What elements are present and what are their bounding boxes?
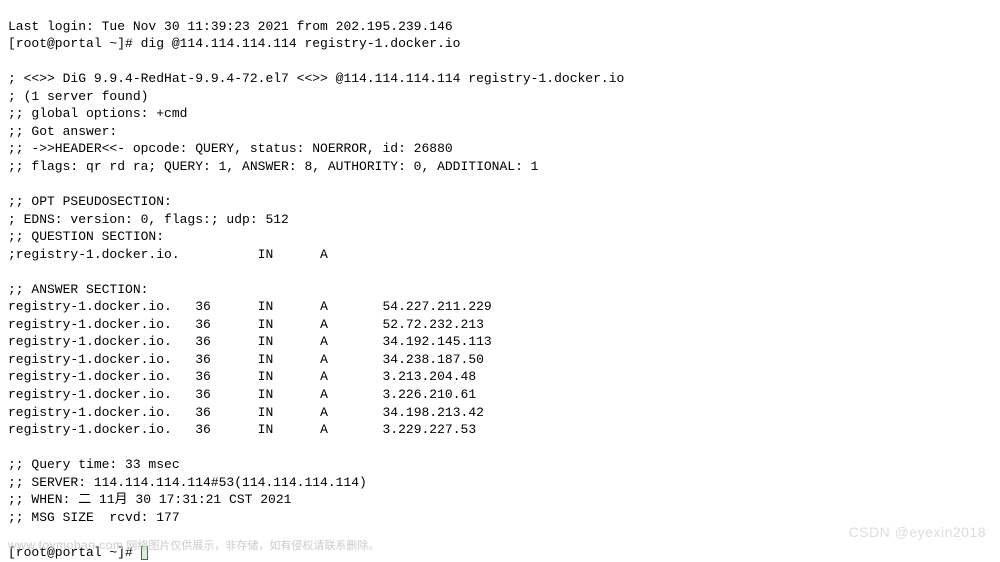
command-1: dig @114.114.114.114 registry-1.docker.i… <box>141 36 461 51</box>
answer-row: registry-1.docker.io. 36 IN A 52.72.232.… <box>8 317 484 332</box>
answer-row: registry-1.docker.io. 36 IN A 3.213.204.… <box>8 369 476 384</box>
answer-row: registry-1.docker.io. 36 IN A 34.192.145… <box>8 334 492 349</box>
answer-row: registry-1.docker.io. 36 IN A 34.198.213… <box>8 405 484 420</box>
dig-server-found: ; (1 server found) <box>8 89 148 104</box>
dig-header: ;; ->>HEADER<<- opcode: QUERY, status: N… <box>8 141 453 156</box>
answer-row: registry-1.docker.io. 36 IN A 34.238.187… <box>8 352 484 367</box>
watermark-left: www.toymoban.com 网络图片仅供展示，非存储，如有侵权请联系删除。 <box>8 537 379 554</box>
dig-server: ;; SERVER: 114.114.114.114#53(114.114.11… <box>8 475 367 490</box>
prompt-1: [root@portal ~]# <box>8 36 141 51</box>
dig-question-row: ;registry-1.docker.io. IN A <box>8 247 328 262</box>
dig-got-answer: ;; Got answer: <box>8 124 117 139</box>
dig-msg-size: ;; MSG SIZE rcvd: 177 <box>8 510 180 525</box>
watermark-domain: www.toymoban.com <box>8 538 123 552</box>
dig-answer-header: ;; ANSWER SECTION: <box>8 282 148 297</box>
dig-when: ;; WHEN: 二 11月 30 17:31:21 CST 2021 <box>8 492 291 507</box>
dig-query-time: ;; Query time: 33 msec <box>8 457 180 472</box>
dig-banner: ; <<>> DiG 9.9.4-RedHat-9.9.4-72.el7 <<>… <box>8 71 624 86</box>
watermark-right: CSDN @eyexin2018 <box>849 523 986 542</box>
dig-flags: ;; flags: qr rd ra; QUERY: 1, ANSWER: 8,… <box>8 159 539 174</box>
answer-row: registry-1.docker.io. 36 IN A 54.227.211… <box>8 299 492 314</box>
answer-row: registry-1.docker.io. 36 IN A 3.226.210.… <box>8 387 476 402</box>
dig-global-options: ;; global options: +cmd <box>8 106 187 121</box>
watermark-left-text: 网络图片仅供展示，非存储，如有侵权请联系删除。 <box>123 540 379 552</box>
last-login-line: Last login: Tue Nov 30 11:39:23 2021 fro… <box>8 19 453 34</box>
terminal-output[interactable]: Last login: Tue Nov 30 11:39:23 2021 fro… <box>8 0 992 562</box>
dig-opt-header: ;; OPT PSEUDOSECTION: <box>8 194 172 209</box>
dig-edns: ; EDNS: version: 0, flags:; udp: 512 <box>8 212 289 227</box>
dig-question-header: ;; QUESTION SECTION: <box>8 229 164 244</box>
answer-row: registry-1.docker.io. 36 IN A 3.229.227.… <box>8 422 476 437</box>
